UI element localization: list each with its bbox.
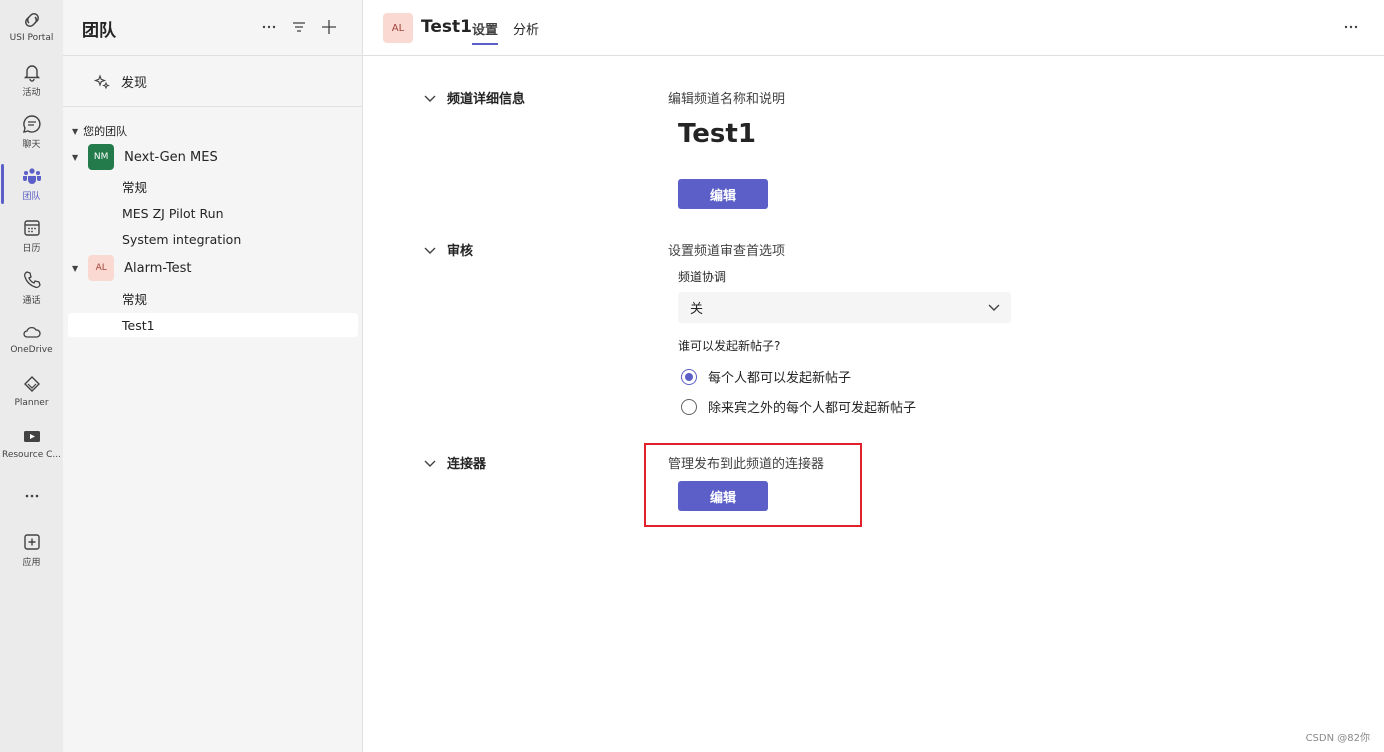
channel-item[interactable]: System integration [122, 227, 241, 251]
radio-option-everyone[interactable]: 每个人都可以发起新帖子 [681, 367, 851, 386]
channel-item[interactable]: MES ZJ Pilot Run [122, 201, 224, 225]
chevron-down-icon [988, 304, 1000, 311]
ellipsis-icon [1344, 25, 1358, 29]
rail-item-resource[interactable]: Resource C... [0, 421, 63, 473]
section-title: 频道详细信息 [447, 92, 526, 107]
caret-down-icon: ▼ [72, 126, 79, 136]
your-teams-label: 您的团队 [83, 125, 128, 138]
rail-label: 应用 [22, 558, 41, 568]
tab-settings[interactable]: 设置 [472, 19, 499, 45]
section-description: 设置频道审查首选项 [668, 244, 786, 259]
radio-option-except-guests[interactable]: 除来宾之外的每个人都可发起新帖子 [681, 397, 916, 416]
teams-panel: 团队 发现 ▼ 您的团队 ▼ NM Next-Gen MES 常规 MES ZJ… [63, 0, 363, 752]
channel-avatar: AL [383, 13, 413, 43]
channel-title: Test1 [421, 17, 472, 37]
chevron-down-icon [424, 460, 436, 467]
more-options-button[interactable] [1340, 16, 1362, 38]
plus-icon [322, 20, 336, 34]
chevron-down-icon [424, 247, 436, 254]
rail-item-planner[interactable]: Planner [0, 369, 63, 421]
discover-button[interactable]: 发现 [63, 57, 363, 107]
rail-item-calls[interactable]: 通话 [0, 264, 63, 316]
radio-button[interactable] [681, 398, 697, 415]
rail-label: 活动 [22, 88, 41, 98]
panel-header: 团队 [63, 0, 363, 56]
calendar-icon [23, 220, 40, 236]
team-avatar: AL [88, 255, 115, 281]
more-options-button[interactable] [258, 16, 280, 38]
teams-icon [22, 168, 41, 184]
rail-item-calendar[interactable]: 日历 [0, 212, 63, 264]
moderation-select[interactable]: 关 [678, 292, 1011, 323]
chat-icon [22, 115, 41, 133]
channel-item[interactable]: 常规 [122, 286, 147, 310]
rail-item-chat[interactable]: 聊天 [0, 108, 63, 160]
section-toggle-moderation[interactable]: 审核 [423, 240, 473, 259]
rail-label: 通话 [22, 296, 41, 306]
filter-icon [293, 22, 305, 32]
ellipsis-icon [262, 25, 276, 29]
section-title: 连接器 [447, 457, 487, 472]
video-icon [23, 431, 40, 442]
bell-icon [23, 65, 40, 82]
team-item[interactable]: ▼ NM Next-Gen MES [72, 143, 218, 171]
panel-title: 团队 [82, 21, 116, 41]
channel-header: AL Test1 设置 分析 [363, 0, 1384, 56]
phone-icon [23, 271, 41, 289]
rail-item-onedrive[interactable]: OneDrive [0, 316, 63, 368]
caret-down-icon: ▼ [72, 152, 79, 162]
channel-name-display: Test1 [678, 119, 756, 149]
section-toggle-connectors[interactable]: 连接器 [423, 453, 486, 472]
section-toggle-details[interactable]: 频道详细信息 [423, 88, 525, 107]
radio-label: 每个人都可以发起新帖子 [708, 371, 852, 386]
chevron-down-icon [424, 95, 436, 102]
edit-details-button[interactable]: 编辑 [678, 179, 768, 209]
team-name: Alarm-Test [124, 260, 192, 276]
app-rail: USI Portal 活动 聊天 团队 日历 通话 OneDrive Plann… [0, 0, 63, 752]
radio-button[interactable] [681, 368, 697, 385]
who-can-post-label: 谁可以发起新帖子? [678, 339, 781, 353]
rail-label: USI Portal [9, 33, 54, 43]
rail-label: 日历 [22, 244, 41, 254]
rail-label: OneDrive [10, 345, 53, 355]
channel-item[interactable]: 常规 [122, 174, 147, 198]
annotation-highlight-box [644, 443, 862, 527]
cloud-icon [22, 326, 41, 338]
portal-icon [24, 13, 39, 27]
more-icon [25, 494, 38, 498]
channel-item-selected[interactable]: Test1 [122, 313, 155, 337]
caret-down-icon: ▼ [72, 263, 79, 273]
rail-label: 团队 [22, 192, 41, 202]
filter-button[interactable] [288, 16, 310, 38]
rail-label: 聊天 [22, 140, 41, 150]
discover-label: 发现 [121, 76, 148, 91]
planner-icon [23, 376, 40, 392]
add-app-icon [23, 534, 40, 550]
rail-label: Resource C... [1, 450, 61, 460]
your-teams-header[interactable]: ▼ 您的团队 [72, 123, 127, 139]
rail-item-usi-portal[interactable]: USI Portal [0, 4, 63, 56]
team-item[interactable]: ▼ AL Alarm-Test [72, 254, 192, 282]
rail-label: Planner [14, 398, 49, 408]
add-team-button[interactable] [318, 16, 340, 38]
rail-item-teams[interactable]: 团队 [0, 160, 63, 212]
section-title: 审核 [447, 244, 474, 259]
rail-item-apps[interactable]: 应用 [0, 526, 63, 578]
rail-item-more[interactable] [0, 480, 63, 532]
watermark: CSDN @82你 [1305, 733, 1370, 744]
team-avatar: NM [88, 144, 115, 170]
team-name: Next-Gen MES [124, 149, 218, 165]
radio-label: 除来宾之外的每个人都可发起新帖子 [708, 401, 917, 416]
section-description: 编辑频道名称和说明 [668, 92, 786, 107]
rail-item-activity[interactable]: 活动 [0, 56, 63, 108]
sparkle-icon [93, 73, 110, 89]
selected-channel-highlight [68, 313, 358, 337]
select-value: 关 [690, 302, 704, 317]
moderation-label: 频道协调 [678, 270, 727, 284]
main-content: AL Test1 设置 分析 频道详细信息 编辑频道名称和说明 Test1 编辑… [363, 0, 1384, 752]
tab-analytics[interactable]: 分析 [513, 19, 539, 38]
